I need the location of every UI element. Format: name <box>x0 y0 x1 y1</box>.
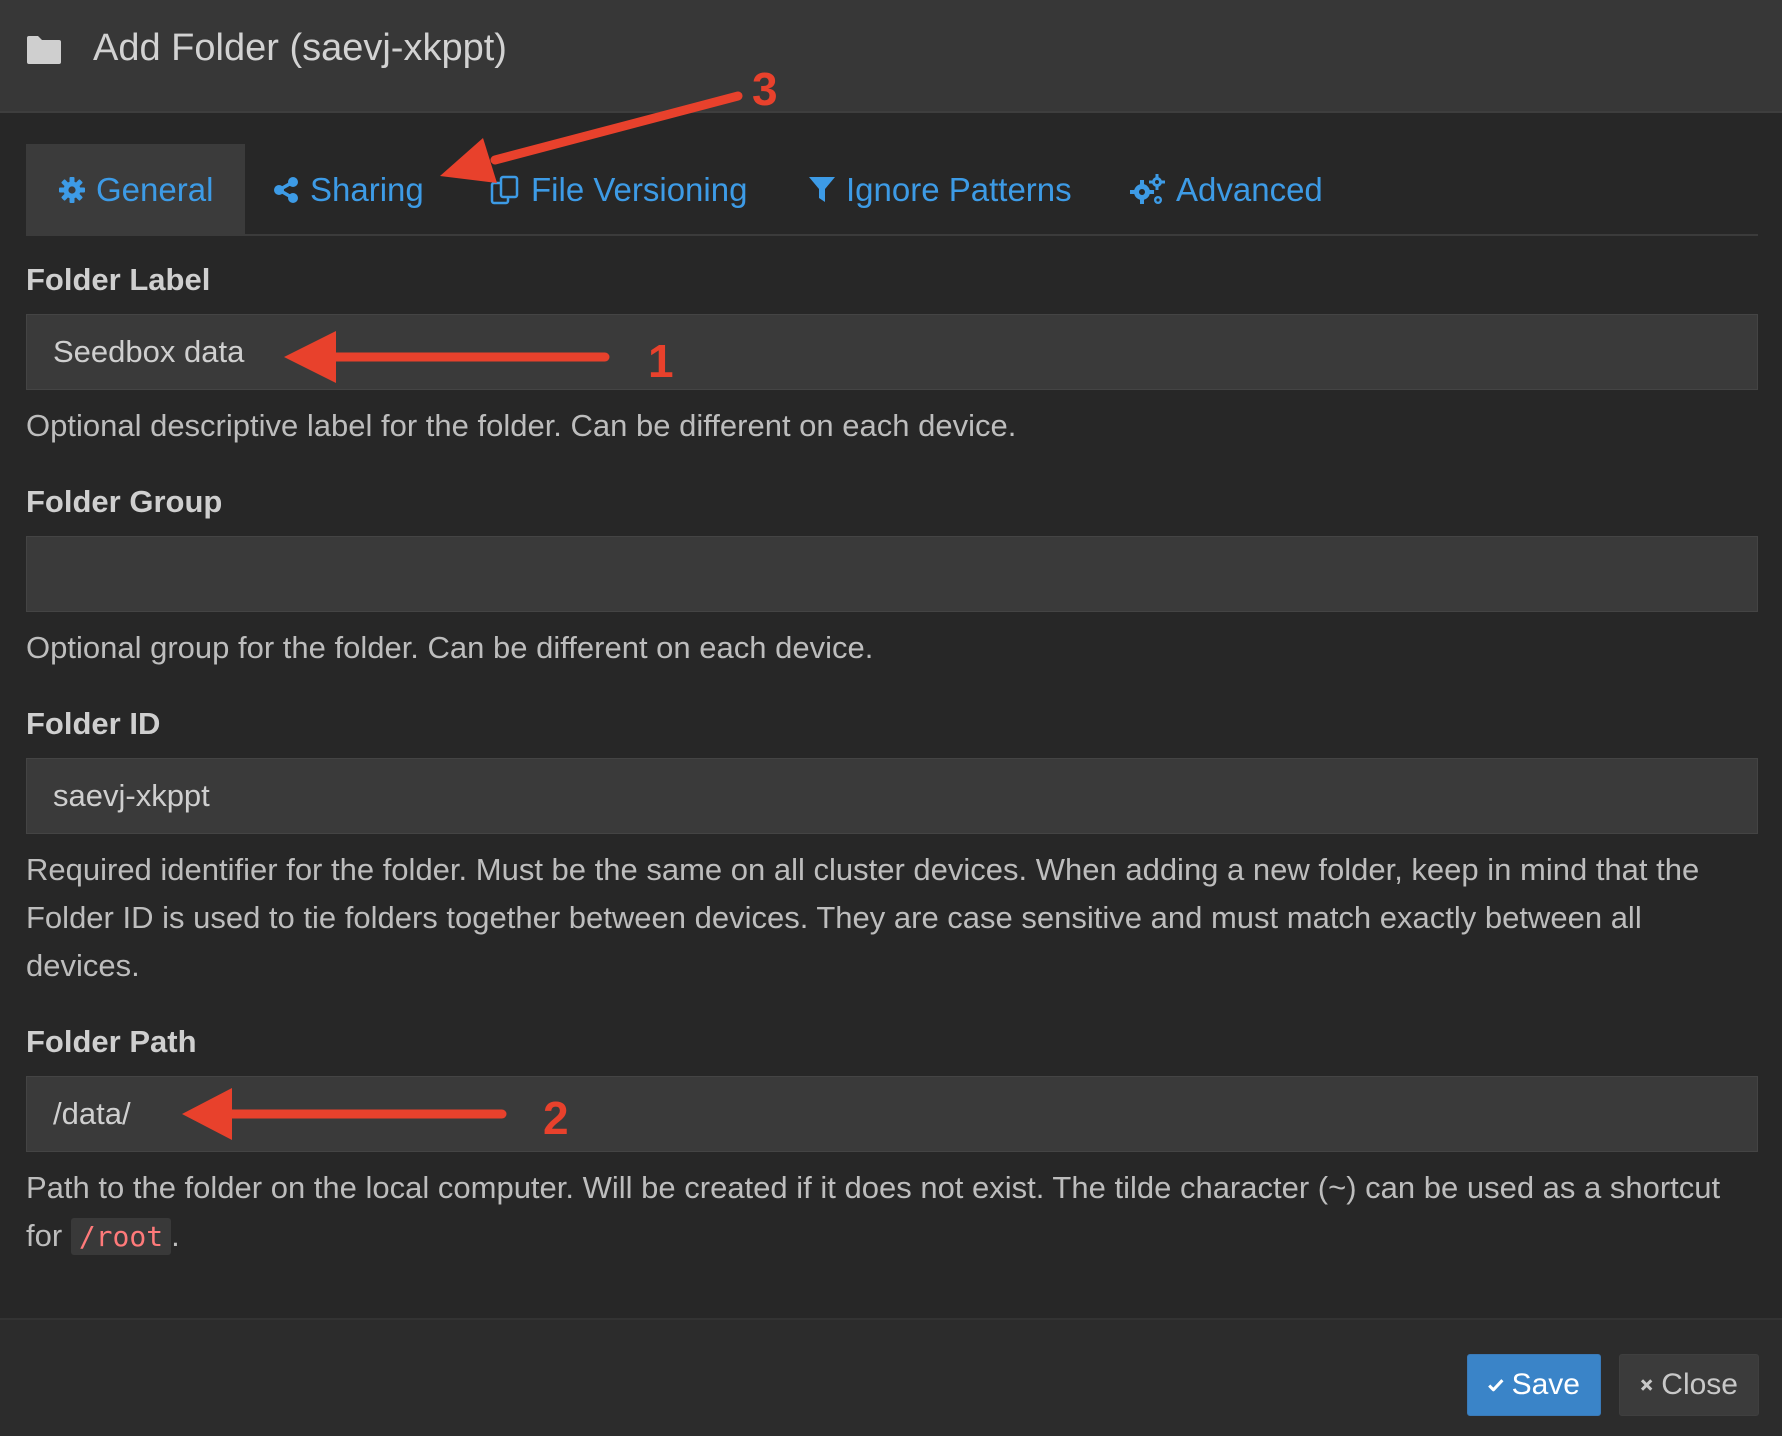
folder-path-help-text: Path to the folder on the local computer… <box>26 1170 1721 1253</box>
close-icon <box>1640 1379 1653 1391</box>
tab-advanced-label: Advanced <box>1176 171 1323 208</box>
folder-id-heading: Folder ID <box>26 706 161 741</box>
folder-id-input[interactable]: saevj-xkppt <box>26 758 1758 834</box>
cog-icon <box>59 177 85 203</box>
folder-label-value: Seedbox data <box>53 334 245 369</box>
folder-label-help: Optional descriptive label for the folde… <box>26 408 1017 443</box>
folder-icon <box>27 36 61 64</box>
folder-id-value: saevj-xkppt <box>53 778 210 813</box>
folder-group-help: Optional group for the folder. Can be di… <box>26 630 874 665</box>
save-button-label: Save <box>1511 1368 1580 1401</box>
folder-id-help: Required identifier for the folder. Must… <box>26 852 1700 983</box>
tab-sharing-label: Sharing <box>310 171 424 208</box>
folder-path-heading: Folder Path <box>26 1024 197 1059</box>
folder-label-heading: Folder Label <box>26 262 211 297</box>
folder-path-value: /data/ <box>53 1096 131 1131</box>
root-path-code: /root <box>70 1218 172 1255</box>
check-icon <box>1488 1379 1504 1392</box>
share-icon <box>274 177 298 203</box>
close-button[interactable]: Close <box>1619 1354 1759 1416</box>
folder-path-help: Path to the folder on the local computer… <box>26 1164 1764 1261</box>
tab-general[interactable]: General <box>26 144 246 236</box>
modal-title: Add Folder (saevj-xkppt) <box>93 27 507 69</box>
tab-sharing[interactable]: Sharing <box>272 144 424 236</box>
add-folder-dialog: Add Folder (saevj-xkppt) General Sharing… <box>0 0 1782 1436</box>
annotation-number-1: 1 <box>648 335 674 387</box>
modal-header: Add Folder (saevj-xkppt) <box>0 0 1782 113</box>
annotation-number-3: 3 <box>752 63 778 115</box>
folder-group-input[interactable] <box>26 536 1758 612</box>
save-button[interactable]: Save <box>1467 1354 1601 1416</box>
tab-general-label: General <box>96 171 214 208</box>
tab-ignore-patterns[interactable]: Ignore Patterns <box>808 144 1072 236</box>
annotation-number-2: 2 <box>543 1092 569 1144</box>
tab-file-versioning-label: File Versioning <box>531 171 748 208</box>
cogs-icon <box>1130 174 1165 204</box>
close-button-label: Close <box>1661 1368 1738 1401</box>
tab-bar: General Sharing File Versioning Ignore P… <box>26 144 1758 236</box>
tab-ignore-patterns-label: Ignore Patterns <box>846 171 1072 208</box>
folder-label-input[interactable]: Seedbox data <box>26 314 1758 390</box>
folder-group-heading: Folder Group <box>26 484 223 519</box>
folder-path-input[interactable]: /data/ <box>26 1076 1758 1152</box>
copy-icon <box>490 175 519 205</box>
tab-file-versioning[interactable]: File Versioning <box>489 144 747 236</box>
tab-advanced[interactable]: Advanced <box>1130 144 1323 236</box>
filter-icon <box>809 177 835 202</box>
folder-path-help-suffix: . <box>171 1218 180 1253</box>
modal-footer: Save Close <box>0 1318 1782 1436</box>
